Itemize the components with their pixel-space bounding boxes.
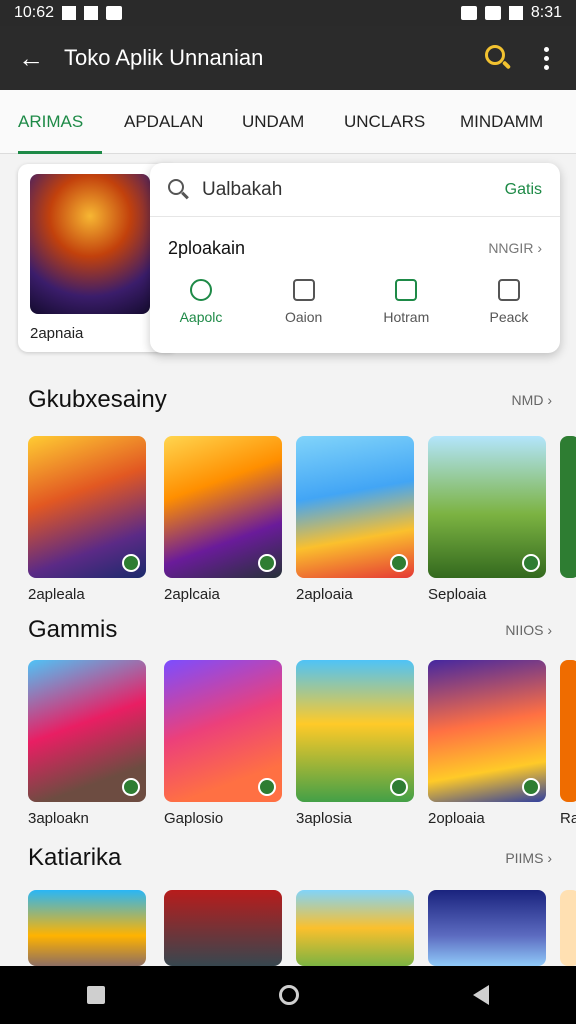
page-title: Toko Aplik Unnanian (64, 45, 264, 70)
action-label: Hotram (383, 309, 430, 325)
signal-icon (484, 6, 501, 20)
action-bookmark[interactable]: Hotram (371, 279, 441, 325)
app-tile[interactable] (296, 890, 414, 966)
action-label: Oaion (284, 309, 323, 325)
install-badge-icon (258, 554, 276, 572)
action-files[interactable]: Oaion (269, 279, 339, 325)
section-more-link[interactable]: PIIMS › (505, 850, 552, 866)
app-row (28, 890, 576, 966)
action-apps[interactable]: Aapolc (166, 279, 236, 325)
section-header: Katiarika PIIMS › (28, 844, 552, 872)
app-tile[interactable] (296, 660, 414, 802)
status-clock: 8:31 (530, 4, 562, 21)
action-pack[interactable]: Peack (474, 279, 544, 325)
tab-unclars[interactable]: UNCLARS (344, 90, 436, 154)
app-label: 2aplcaia (164, 586, 220, 603)
popup-result-row[interactable]: 2ploakain NNGIR › (150, 217, 560, 279)
app-tile[interactable] (28, 890, 146, 966)
search-row: Ualbakah Gatis (150, 163, 560, 217)
install-badge-icon (258, 778, 276, 796)
box-icon (497, 279, 520, 301)
system-nav-bar (0, 966, 576, 1024)
section-header: Gammis NIIOS › (28, 616, 552, 644)
install-badge-icon (390, 554, 408, 572)
featured-app-label: 2apnaia (30, 325, 84, 342)
popup-more-link[interactable]: NNGIR › (488, 240, 542, 256)
popup-result-title: 2ploakain (168, 237, 246, 258)
back-arrow-icon[interactable]: ← (18, 43, 58, 74)
search-icon[interactable] (482, 43, 512, 73)
bookmark-icon (395, 279, 418, 301)
section-more-link[interactable]: NMD › (512, 392, 552, 408)
app-tile[interactable] (164, 436, 282, 578)
wifi-icon (460, 6, 477, 20)
section-title: Katiarika (28, 844, 122, 871)
search-action-link[interactable]: Gatis (505, 181, 542, 199)
app-tile[interactable] (28, 660, 146, 802)
app-label: 2apleala (28, 586, 85, 603)
section-title: Gammis (28, 616, 118, 643)
install-badge-icon (390, 778, 408, 796)
app-tile[interactable] (428, 890, 546, 966)
app-icon (190, 279, 212, 301)
notification-icon (106, 6, 123, 20)
search-input[interactable]: Ualbakah (202, 179, 282, 201)
app-tile[interactable] (164, 890, 282, 966)
app-tile[interactable] (428, 660, 546, 802)
section-more-label: NIIOS (505, 622, 544, 638)
action-label: Peack (489, 309, 529, 325)
app-label: 3aploakn (28, 810, 89, 827)
app-label: Gaplosio (164, 810, 224, 827)
battery-icon (508, 6, 523, 20)
status-time: 10:62 (14, 4, 55, 21)
action-label: Aapolc (179, 309, 223, 325)
tab-mindamm[interactable]: MINDAMM (460, 90, 550, 154)
home-icon[interactable] (279, 985, 299, 1005)
featured-app-artwork (30, 174, 150, 314)
app-tile-partial[interactable] (560, 890, 576, 966)
app-tile-partial[interactable] (560, 660, 576, 802)
app-bar: ← Toko Aplik Unnanian (0, 26, 576, 90)
notification-icon (84, 6, 99, 20)
back-triangle-icon[interactable] (473, 985, 489, 1005)
app-tile[interactable] (164, 660, 282, 802)
section-more-link[interactable]: NIIOS › (505, 622, 552, 638)
app-label: 2aploaia (296, 586, 353, 603)
tab-apdalan[interactable]: APDALAN (124, 90, 218, 154)
notification-icon (62, 6, 77, 20)
app-row: 2apleala 2aplcaia 2aploaia Seploaia (28, 436, 576, 616)
tab-undam[interactable]: UNDAM (242, 90, 320, 154)
search-icon (168, 178, 190, 201)
install-badge-icon (122, 554, 140, 572)
app-row: 3aploakn Gaplosio 3aplosia 2oploaia Ra (28, 660, 576, 840)
app-tile-partial[interactable] (560, 436, 576, 578)
install-badge-icon (122, 778, 140, 796)
section-header: Gkubxesainy NMD › (28, 386, 552, 414)
app-tile[interactable] (428, 436, 546, 578)
category-tabs: ARIMAS APDALAN UNDAM UNCLARS MINDAMM (0, 90, 576, 154)
more-options-icon[interactable] (534, 46, 558, 70)
install-badge-icon (522, 554, 540, 572)
file-icon (292, 279, 315, 301)
app-tile[interactable] (28, 436, 146, 578)
section-title: Gkubxesainy (28, 386, 167, 413)
app-label: Ra (560, 810, 576, 827)
app-label: 2oploaia (428, 810, 485, 827)
popup-more-label: NNGIR (488, 240, 534, 256)
tab-arimas[interactable]: ARIMAS (18, 90, 102, 154)
search-popup: Ualbakah Gatis 2ploakain NNGIR › Aapolc … (150, 163, 560, 353)
popup-actions: Aapolc Oaion Hotram Peack (150, 279, 560, 325)
app-tile[interactable] (296, 436, 414, 578)
section-more-label: PIIMS (505, 850, 544, 866)
recents-icon[interactable] (87, 986, 105, 1004)
app-label: 3aplosia (296, 810, 352, 827)
status-bar: 10:62 8:31 (0, 0, 576, 26)
install-badge-icon (522, 778, 540, 796)
app-label: Seploaia (428, 586, 487, 603)
section-more-label: NMD (511, 392, 544, 408)
